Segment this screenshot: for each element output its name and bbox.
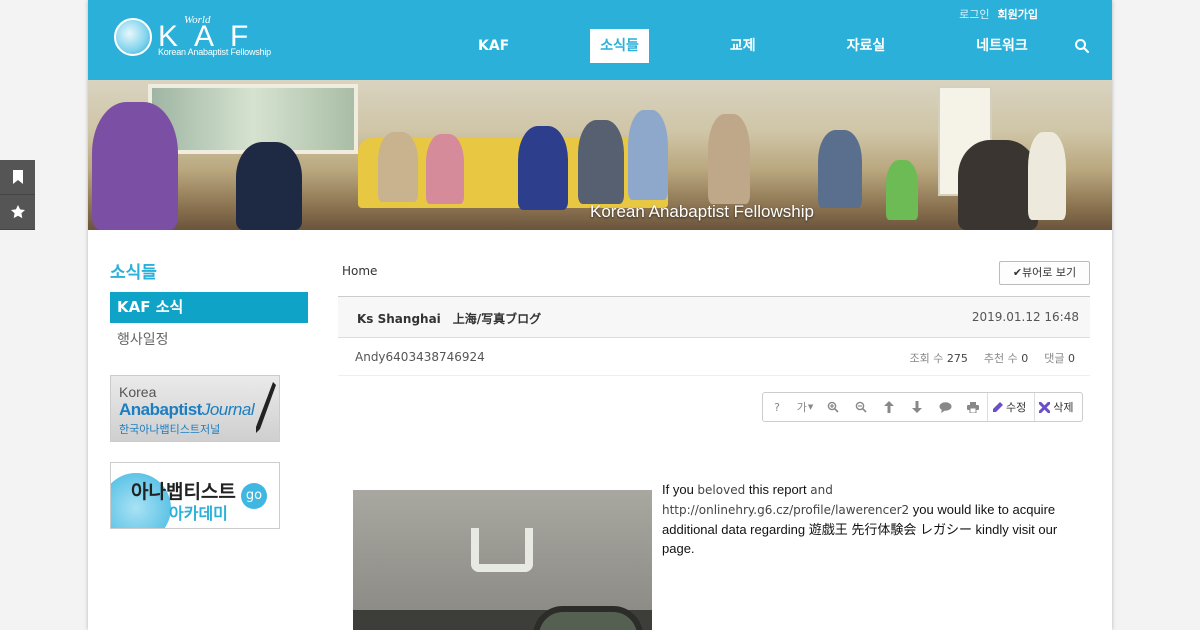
- delete-label: 삭제: [1053, 401, 1074, 414]
- banner-person: [818, 130, 862, 208]
- comment-icon: [939, 401, 951, 413]
- star-icon: [10, 205, 25, 219]
- banner-person: [578, 120, 624, 204]
- journal-banner-title-a: Anabaptist: [119, 400, 202, 419]
- bookmark-icon: [12, 170, 23, 184]
- nav-item-network[interactable]: 네트워크: [966, 29, 1038, 63]
- post-meta: Andy6403438746924 조회 수 275 추천 수 0 댓글 0: [338, 338, 1090, 376]
- journal-banner-korean: 한국아나뱁티스트저널: [119, 423, 221, 436]
- caret-down-icon: ▼: [807, 403, 814, 411]
- zoom-in-button[interactable]: [819, 393, 847, 421]
- banner-person: [236, 142, 302, 230]
- post-image-side-window: [533, 606, 643, 630]
- favorite-button[interactable]: [0, 195, 35, 230]
- academy-go-button[interactable]: go: [241, 483, 267, 509]
- banner-person: [958, 140, 1038, 230]
- post-header: Ks Shanghai 上海/写真ブログ 2019.01.12 16:48: [338, 296, 1090, 338]
- banner-person: [1028, 132, 1066, 220]
- scroll-up-button[interactable]: [875, 393, 903, 421]
- sidebar-item-events[interactable]: 행사일정: [110, 323, 308, 357]
- journal-banner-title: AnabaptistJournal: [119, 400, 255, 420]
- bookmark-button[interactable]: [0, 160, 35, 195]
- edit-label: 수정: [1006, 401, 1027, 414]
- header-banner-photo: Korean Anabaptist Fellowship: [88, 80, 1112, 230]
- globe-logo-icon: [114, 18, 152, 56]
- banner-person: [518, 126, 568, 210]
- sidebar-title: 소식들: [110, 263, 157, 283]
- viewer-mode-button[interactable]: ✔뷰어로 보기: [999, 261, 1090, 285]
- nav-item-fellowship[interactable]: 교제: [720, 29, 766, 63]
- comments-stat: 댓글 0: [1044, 350, 1075, 366]
- arrow-down-icon: [912, 401, 922, 413]
- post-title: Ks Shanghai 上海/写真ブログ: [357, 312, 542, 326]
- recommend-stat: 추천 수 0: [984, 350, 1028, 366]
- body-text-4: and: [810, 483, 833, 497]
- post-image: [353, 490, 652, 630]
- logo-subtitle: Korean Anabaptist Fellowship: [158, 47, 271, 57]
- banner-person: [92, 102, 178, 230]
- body-text-2: beloved: [697, 483, 746, 497]
- recommend-count: 0: [1021, 352, 1029, 365]
- views-count: 275: [946, 352, 968, 365]
- close-icon: [1039, 401, 1051, 413]
- nav-item-kaf[interactable]: KAF: [468, 29, 519, 63]
- sidebar: 소식들 KAF 소식 행사일정: [110, 258, 308, 357]
- help-button[interactable]: ?: [763, 393, 791, 421]
- pen-icon: [256, 382, 276, 433]
- print-icon: [967, 401, 979, 413]
- post-toolbar: ? 가 ▼ 수정 삭제: [762, 392, 1083, 422]
- comments-count: 0: [1068, 352, 1075, 365]
- scroll-down-button[interactable]: [903, 393, 931, 421]
- banner-person: [628, 110, 668, 200]
- banner-person: [708, 114, 750, 204]
- arrow-up-icon: [884, 401, 894, 413]
- login-link[interactable]: 로그인: [959, 6, 989, 22]
- body-text-1: If you: [662, 482, 698, 497]
- sidebar-item-kaf-news[interactable]: KAF 소식: [110, 292, 308, 323]
- post-author[interactable]: Andy6403438746924: [355, 350, 485, 364]
- main-nav: KAF 소식들 교제 자료실 네트워크: [468, 29, 1038, 63]
- zoom-out-button[interactable]: [847, 393, 875, 421]
- body-text-3: this report: [745, 482, 811, 497]
- academy-banner[interactable]: 아나뱁티스트 아카데미 go: [110, 462, 280, 529]
- banner-caption: Korean Anabaptist Fellowship: [590, 202, 814, 221]
- recommend-label: 추천 수: [983, 352, 1018, 365]
- post-stats: 조회 수 275 추천 수 0 댓글 0: [910, 350, 1075, 366]
- top-links: 로그인 회원가입: [959, 6, 1038, 22]
- views-stat: 조회 수 275: [910, 350, 968, 366]
- banner-person: [426, 134, 464, 204]
- page-container: World KAF Korean Anabaptist Fellowship 로…: [88, 0, 1112, 630]
- nav-item-library[interactable]: 자료실: [837, 29, 896, 63]
- print-button[interactable]: [959, 393, 987, 421]
- breadcrumb[interactable]: Home: [342, 264, 377, 278]
- font-size-label: 가: [796, 401, 807, 414]
- side-quick-tools: [0, 160, 35, 230]
- edit-button[interactable]: 수정: [987, 393, 1034, 421]
- zoom-out-icon: [855, 401, 867, 413]
- comment-button[interactable]: [931, 393, 959, 421]
- journal-banner[interactable]: Korea AnabaptistJournal 한국아나뱁티스트저널: [110, 375, 280, 442]
- academy-banner-subtitle: 아카데미: [169, 504, 228, 523]
- banner-person: [886, 160, 918, 220]
- views-label: 조회 수: [909, 352, 944, 365]
- comments-label: 댓글: [1044, 352, 1065, 365]
- site-logo[interactable]: World KAF Korean Anabaptist Fellowship: [112, 14, 282, 62]
- post-date: 2019.01.12 16:48: [971, 310, 1079, 324]
- journal-banner-title-b: Journal: [201, 400, 255, 419]
- banner-person: [378, 132, 418, 202]
- search-icon[interactable]: [1074, 38, 1090, 54]
- post-body-text: If you beloved this report and http://on…: [662, 480, 1072, 558]
- join-link[interactable]: 회원가입: [998, 6, 1038, 22]
- body-link[interactable]: http://onlinehry.g6.cz/profile/lawerence…: [662, 503, 909, 517]
- nav-item-news[interactable]: 소식들: [590, 29, 649, 63]
- delete-button[interactable]: 삭제: [1034, 393, 1081, 421]
- journal-banner-korea: Korea: [119, 384, 157, 400]
- font-size-button[interactable]: 가 ▼: [791, 393, 819, 421]
- site-header: World KAF Korean Anabaptist Fellowship 로…: [88, 0, 1112, 80]
- zoom-in-icon: [827, 401, 839, 413]
- pencil-icon: [993, 401, 1003, 412]
- post-image-hook: [471, 528, 533, 572]
